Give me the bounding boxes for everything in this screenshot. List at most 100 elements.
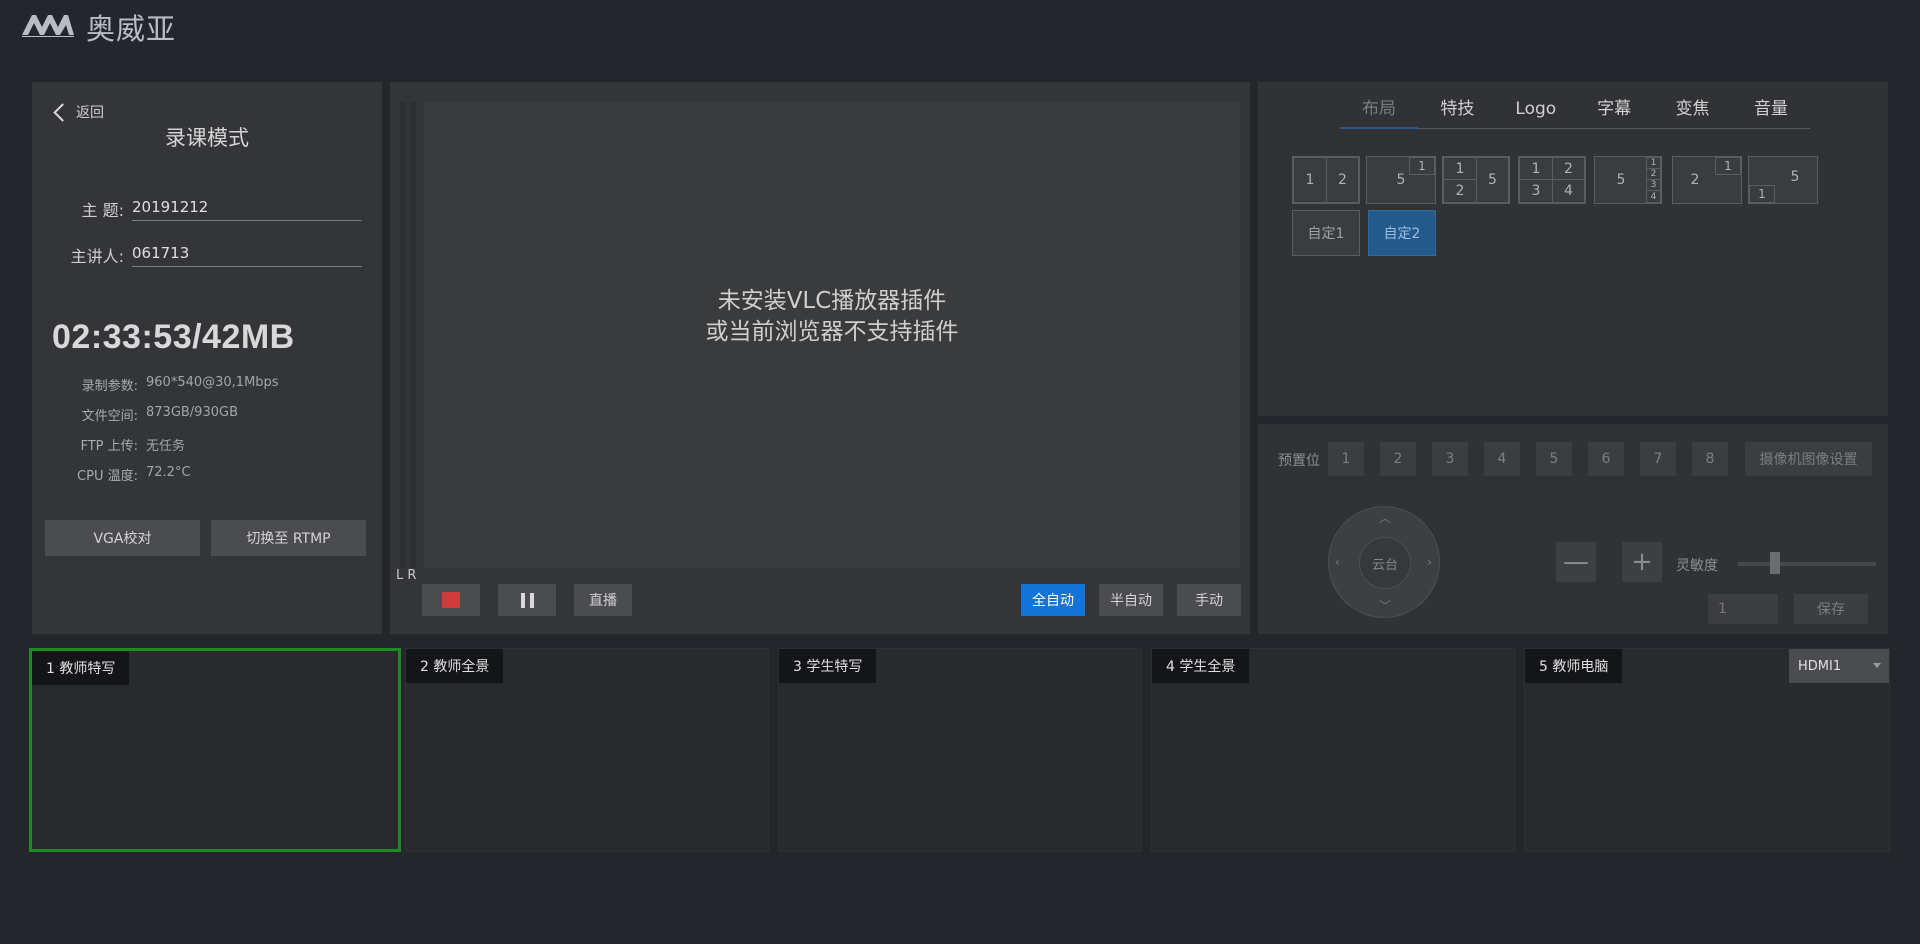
stat-label: 文件空间: bbox=[81, 409, 138, 424]
recording-info-panel: 返回 录课模式 主 题: 主讲人: 02:33:53/42MB 录制参数: 96… bbox=[32, 82, 382, 634]
video-preview[interactable]: 未安装VLC播放器插件 或当前浏览器不支持插件 bbox=[424, 102, 1240, 568]
layout-cell: 4 bbox=[1646, 190, 1661, 203]
source-label: 5 教师电脑 bbox=[1525, 649, 1623, 683]
custom-layout-1-button[interactable]: 自定1 bbox=[1292, 210, 1360, 256]
zoom-out-button[interactable]: — bbox=[1556, 542, 1596, 582]
preset-8-button[interactable]: 8 bbox=[1692, 442, 1728, 476]
chevron-up-icon[interactable]: ︿ bbox=[1379, 509, 1391, 526]
layout-cell: 1 bbox=[1715, 157, 1741, 175]
source-label: 2 教师全景 bbox=[406, 649, 504, 683]
stat-value: 960*540@30,1Mbps bbox=[146, 375, 279, 390]
preview-panel: L R 未安装VLC播放器插件 或当前浏览器不支持插件 直播 全自动 半自动 手… bbox=[390, 82, 1250, 634]
stat-label: CPU 温度: bbox=[77, 469, 138, 484]
live-button[interactable]: 直播 bbox=[574, 584, 632, 616]
auto-mode-button[interactable]: 全自动 bbox=[1021, 584, 1085, 616]
tab-effects[interactable]: 特技 bbox=[1418, 90, 1496, 128]
chevron-right-icon[interactable]: › bbox=[1427, 555, 1432, 569]
topic-input[interactable] bbox=[132, 194, 362, 221]
source-label: 1 教师特写 bbox=[32, 651, 130, 685]
layout-option-pip-2[interactable]: 2 1 bbox=[1672, 156, 1742, 204]
ptz-joystick[interactable]: ︿ ﹀ ‹ › 云台 bbox=[1328, 506, 1440, 618]
tab-volume[interactable]: 音量 bbox=[1732, 90, 1810, 128]
preset-7-button[interactable]: 7 bbox=[1640, 442, 1676, 476]
layout-cell: 5 bbox=[1476, 157, 1509, 203]
layout-panel: 布局 特技 Logo 字幕 变焦 音量 1 2 5 1 1 2 5 1 2 3 … bbox=[1258, 82, 1888, 416]
sensitivity-slider[interactable] bbox=[1738, 562, 1876, 566]
stat-row: 录制参数: 960*540@30,1Mbps bbox=[40, 375, 279, 394]
settings-tabs: 布局 特技 Logo 字幕 变焦 音量 bbox=[1340, 90, 1810, 129]
source-label: 4 学生全景 bbox=[1152, 649, 1250, 683]
stat-value: 72.2°C bbox=[146, 465, 191, 480]
source-label: 3 学生特写 bbox=[779, 649, 877, 683]
zoom-in-button[interactable]: + bbox=[1622, 542, 1662, 582]
stat-label: 录制参数: bbox=[81, 379, 138, 394]
layout-cell: 1 bbox=[1443, 157, 1477, 180]
tab-layout[interactable]: 布局 bbox=[1340, 90, 1418, 129]
source-thumbnail[interactable]: 3 学生特写 bbox=[778, 648, 1142, 852]
tab-subtitle[interactable]: 字幕 bbox=[1575, 90, 1653, 128]
chevron-left-icon[interactable]: ‹ bbox=[1335, 555, 1340, 569]
sensitivity-slider-handle[interactable] bbox=[1770, 552, 1780, 574]
pause-button[interactable] bbox=[498, 584, 556, 616]
vga-calibrate-button[interactable]: VGA校对 bbox=[45, 520, 200, 556]
back-label: 返回 bbox=[76, 105, 104, 121]
stop-icon bbox=[442, 592, 460, 608]
stop-record-button[interactable] bbox=[422, 584, 480, 616]
speaker-input[interactable] bbox=[132, 240, 362, 267]
layout-option-three[interactable]: 1 2 5 bbox=[1442, 156, 1510, 204]
preset-1-button[interactable]: 1 bbox=[1328, 442, 1364, 476]
layout-option-pip-bottom-left[interactable]: 5 1 bbox=[1748, 156, 1818, 204]
stat-row: 文件空间: 873GB/930GB bbox=[40, 405, 238, 424]
record-time-size: 02:33:53/42MB bbox=[52, 318, 295, 356]
vlc-warning-line2: 或当前浏览器不支持插件 bbox=[705, 319, 959, 345]
ava-logo-icon bbox=[20, 11, 76, 43]
preset-3-button[interactable]: 3 bbox=[1432, 442, 1468, 476]
source-thumbnail[interactable]: 5 教师电脑 HDMI1 bbox=[1524, 648, 1890, 852]
layout-cell: 1 bbox=[1519, 157, 1553, 180]
topic-row: 主 题: bbox=[32, 194, 362, 221]
layout-cell: 1 bbox=[1409, 157, 1435, 175]
sensitivity-label: 灵敏度 bbox=[1676, 558, 1718, 574]
layout-cell: 1 bbox=[1749, 185, 1775, 203]
layout-cell: 5 bbox=[1790, 169, 1800, 185]
source-thumbnail[interactable]: 2 教师全景 bbox=[405, 648, 769, 852]
layout-cell: 2 bbox=[1443, 179, 1477, 203]
vlc-warning: 未安装VLC播放器插件 或当前浏览器不支持插件 bbox=[424, 286, 1240, 348]
layout-cell: 2 bbox=[1326, 157, 1359, 203]
layout-option-pip-top-right[interactable]: 5 1 bbox=[1366, 156, 1436, 204]
custom-layout-2-button[interactable]: 自定2 bbox=[1368, 210, 1436, 256]
preset-2-button[interactable]: 2 bbox=[1380, 442, 1416, 476]
brand-logo: 奥威亚 bbox=[20, 10, 176, 46]
tab-zoom[interactable]: 变焦 bbox=[1654, 90, 1732, 128]
layout-option-split-2[interactable]: 1 2 bbox=[1292, 156, 1360, 204]
preset-4-button[interactable]: 4 bbox=[1484, 442, 1520, 476]
ptz-center[interactable]: 云台 bbox=[1359, 537, 1411, 589]
camera-image-settings-button[interactable]: 摄像机图像设置 bbox=[1745, 442, 1872, 476]
speaker-row: 主讲人: bbox=[32, 240, 362, 267]
stat-value: 无任务 bbox=[146, 439, 186, 454]
hdmi-source-select[interactable]: HDMI1 bbox=[1789, 649, 1889, 683]
topic-label: 主 题: bbox=[81, 201, 124, 220]
source-thumbnail[interactable]: 1 教师特写 bbox=[29, 648, 401, 852]
save-preset-button[interactable]: 保存 bbox=[1794, 594, 1868, 624]
preset-6-button[interactable]: 6 bbox=[1588, 442, 1624, 476]
layout-option-main-strip[interactable]: 5 1 2 3 4 bbox=[1594, 156, 1662, 204]
stat-value: 873GB/930GB bbox=[146, 405, 238, 420]
preset-5-button[interactable]: 5 bbox=[1536, 442, 1572, 476]
vu-lr-label: L R bbox=[396, 568, 417, 583]
layout-option-quad[interactable]: 1 2 3 4 bbox=[1518, 156, 1586, 204]
ptz-panel: 预置位 1 2 3 4 5 6 7 8 摄像机图像设置 ︿ ﹀ ‹ › 云台 —… bbox=[1258, 424, 1888, 634]
source-thumbnail[interactable]: 4 学生全景 bbox=[1151, 648, 1515, 852]
preset-number-input[interactable] bbox=[1708, 594, 1778, 624]
tab-logo[interactable]: Logo bbox=[1497, 90, 1575, 128]
back-button[interactable]: 返回 bbox=[52, 102, 104, 122]
speaker-label: 主讲人: bbox=[70, 247, 124, 266]
layout-cell: 2 bbox=[1552, 157, 1585, 180]
switch-rtmp-button[interactable]: 切换至 RTMP bbox=[211, 520, 366, 556]
mode-title: 录课模式 bbox=[165, 126, 249, 150]
manual-mode-button[interactable]: 手动 bbox=[1177, 584, 1241, 616]
stat-row: FTP 上传: 无任务 bbox=[40, 435, 185, 454]
stat-label: FTP 上传: bbox=[80, 439, 138, 454]
semi-auto-mode-button[interactable]: 半自动 bbox=[1099, 584, 1163, 616]
chevron-down-icon[interactable]: ﹀ bbox=[1379, 597, 1391, 614]
